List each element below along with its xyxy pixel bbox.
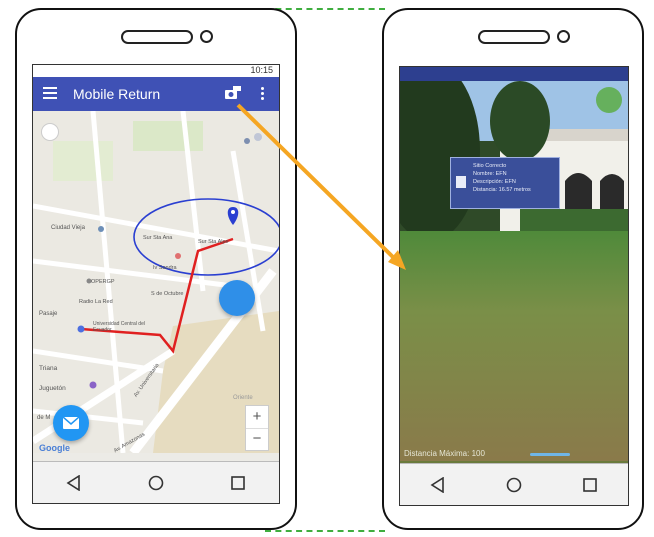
map-poi-icon xyxy=(175,253,181,259)
camera-feed xyxy=(400,81,628,461)
map-poi-icon xyxy=(98,226,104,232)
info-name: Nombre: EFN xyxy=(473,171,507,177)
location-fab[interactable] xyxy=(219,280,255,316)
map-label: Pasaje xyxy=(39,311,58,317)
recents-button[interactable] xyxy=(570,470,610,500)
back-button[interactable] xyxy=(418,470,458,500)
right-screen: Sitio Correcto Nombre: EFN Descripción: … xyxy=(399,66,629,506)
camera-ar-icon[interactable] xyxy=(225,86,241,100)
info-distance: Distancia: 16.57 metros xyxy=(473,187,531,193)
back-button[interactable] xyxy=(54,468,94,498)
mail-fab[interactable] xyxy=(53,405,89,441)
android-nav-bar xyxy=(400,463,628,505)
map-label: Universidad Central del Ecuador xyxy=(93,321,145,333)
map-label: Radio La Red xyxy=(79,299,113,305)
map-label: Triana xyxy=(39,365,58,372)
map-label: Ciudad Vieja xyxy=(51,225,85,231)
poi-icon xyxy=(456,176,466,188)
speaker-grille xyxy=(478,30,550,44)
zoom-in-button[interactable]: + xyxy=(246,406,268,428)
map-label: OPERGP xyxy=(91,279,115,285)
max-distance-label: Distancia Máxima: 100 xyxy=(404,449,485,458)
info-title: Sitio Correcto xyxy=(473,163,507,169)
hamburger-menu-icon[interactable] xyxy=(43,87,57,99)
map-label: de M xyxy=(37,415,51,421)
home-circle-icon xyxy=(148,475,164,491)
zoom-out-button[interactable]: − xyxy=(246,428,268,451)
compass-button[interactable] xyxy=(596,87,622,113)
front-camera xyxy=(200,30,213,43)
recents-square-icon xyxy=(231,476,245,490)
status-time: 10:15 xyxy=(250,65,273,75)
status-bar xyxy=(400,67,628,81)
building-arch xyxy=(600,174,624,211)
home-button[interactable] xyxy=(136,468,176,498)
tree-foliage xyxy=(490,81,550,161)
status-bar: 10:15 xyxy=(33,65,279,77)
compass-icon[interactable] xyxy=(41,123,59,141)
map-label: Sur Sta Ana xyxy=(143,235,173,241)
speaker-grille xyxy=(121,30,193,44)
map-poi-icon xyxy=(244,138,250,144)
right-phone-frame: Sitio Correcto Nombre: EFN Descripción: … xyxy=(382,8,644,530)
mail-icon xyxy=(63,417,79,429)
overflow-menu-icon[interactable] xyxy=(261,87,265,101)
home-button[interactable] xyxy=(494,470,534,500)
map-poi-icon xyxy=(89,381,97,389)
app-title: Mobile Return xyxy=(73,86,161,102)
current-location-dot xyxy=(77,325,85,333)
zoom-controls: + − xyxy=(245,405,269,451)
recents-button[interactable] xyxy=(218,468,258,498)
connector-dash-top xyxy=(265,8,385,10)
hedge xyxy=(520,209,628,231)
home-circle-icon xyxy=(506,477,522,493)
map-label: S de Octubre xyxy=(151,291,184,297)
map-label: Juguetón xyxy=(39,385,66,392)
distance-slider-track[interactable] xyxy=(530,453,570,456)
lawn xyxy=(400,231,628,461)
recents-square-icon xyxy=(583,478,597,492)
back-triangle-icon xyxy=(66,475,80,491)
map-marker-icon xyxy=(254,133,262,141)
map-label: Iv Sandra xyxy=(153,265,177,271)
map-label: Oriente xyxy=(233,395,253,401)
front-camera xyxy=(557,30,570,43)
app-bar: Mobile Return xyxy=(33,77,279,111)
left-screen: 10:15 Mobile Return Ciudad Vieja Sur Sta… xyxy=(32,64,280,504)
left-phone-frame: 10:15 Mobile Return Ciudad Vieja Sur Sta… xyxy=(15,8,297,530)
back-triangle-icon xyxy=(430,477,444,493)
google-logo: Google xyxy=(39,443,70,453)
map-label: Sur Sta Alpe xyxy=(198,239,229,245)
map-green-area xyxy=(133,121,203,151)
map-green-area xyxy=(53,141,113,181)
info-description: Descripción: EFN xyxy=(473,179,516,185)
poi-info-card[interactable]: Sitio Correcto Nombre: EFN Descripción: … xyxy=(450,157,560,209)
android-nav-bar xyxy=(33,461,279,503)
connector-dash-bottom xyxy=(265,530,385,532)
building-arch xyxy=(565,173,592,211)
